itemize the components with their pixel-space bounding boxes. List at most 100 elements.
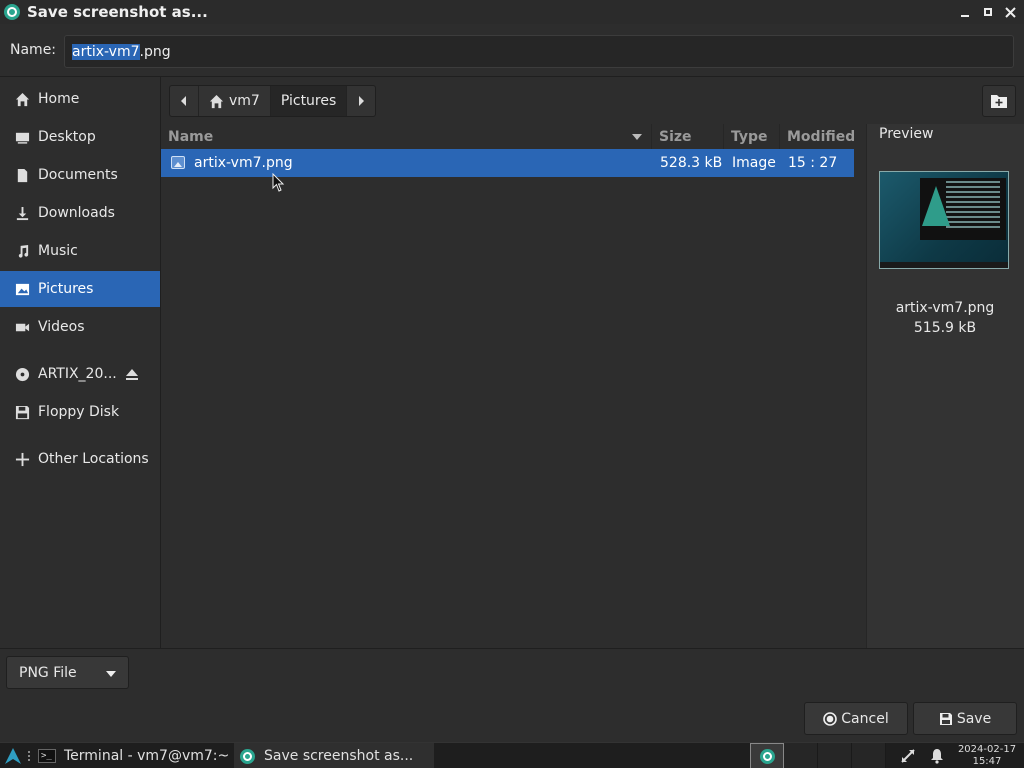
cancel-button-label: Cancel	[841, 710, 889, 727]
path-forward-button[interactable]	[347, 86, 375, 116]
path-bar: vm7 Pictures	[161, 77, 1024, 124]
column-headers: Name Size Type Modified	[161, 124, 856, 149]
taskbar-item-label: Save screenshot as...	[264, 748, 414, 764]
chevron-right-icon	[359, 96, 365, 106]
artix-menu-icon[interactable]	[4, 747, 22, 765]
eject-icon[interactable]	[124, 366, 140, 382]
desktop-icon	[14, 129, 30, 145]
column-header-type[interactable]: Type	[723, 124, 779, 149]
sidebar-item-music[interactable]: Music	[0, 233, 160, 269]
file-type-cell: Image	[732, 155, 776, 171]
music-icon	[14, 243, 30, 259]
sidebar-item-pictures[interactable]: Pictures	[0, 271, 160, 307]
sidebar-item-documents[interactable]: Documents	[0, 157, 160, 193]
sidebar-item-other-locations[interactable]: Other Locations	[0, 441, 160, 477]
minimize-button[interactable]	[957, 5, 972, 20]
path-segment-home[interactable]: vm7	[199, 86, 271, 116]
workspace-1[interactable]	[750, 743, 784, 768]
workspace-3[interactable]	[818, 743, 852, 768]
sidebar-item-videos[interactable]: Videos	[0, 309, 160, 345]
clock-date: 2024-02-17	[957, 744, 1017, 755]
column-header-label: Modified	[787, 128, 856, 145]
network-icon[interactable]	[900, 748, 916, 764]
filename-input[interactable]: artix-vm7 .png	[64, 35, 1014, 68]
path-segment-pictures[interactable]: Pictures	[270, 86, 348, 116]
taskbar: >_ Terminal - vm7@vm7:~ Save screenshot …	[0, 742, 1024, 768]
column-header-name[interactable]: Name	[161, 124, 651, 149]
sidebar-item-home[interactable]: Home	[0, 81, 160, 117]
workspace-switcher	[750, 743, 886, 768]
name-row: Name: artix-vm7 .png	[0, 30, 1024, 72]
file-type-filter-value: PNG File	[19, 664, 77, 681]
clock-time: 15:47	[972, 756, 1002, 767]
sidebar-item-label: Pictures	[38, 281, 94, 297]
path-segment-label: Pictures	[280, 93, 337, 109]
sidebar-item-label: ARTIX_20...	[38, 366, 117, 382]
path-back-button[interactable]	[170, 86, 199, 116]
table-row[interactable]: artix-vm7.png 528.3 kB Image 15 : 27	[161, 149, 854, 177]
maximize-button[interactable]	[980, 5, 995, 20]
image-file-icon	[171, 156, 185, 169]
close-button[interactable]	[1003, 5, 1018, 20]
preview-pane: Preview artix-vm7.png 515.9 kB	[854, 124, 1024, 648]
video-icon	[14, 319, 30, 335]
sort-descending-icon	[632, 134, 642, 140]
places-sidebar: Home Desktop Documents Downloads Music P…	[0, 77, 161, 648]
sidebar-item-label: Desktop	[38, 129, 96, 145]
workspace-2[interactable]	[784, 743, 818, 768]
thumbnail-logo	[922, 186, 950, 226]
chevron-down-icon	[106, 671, 116, 677]
taskbar-item-terminal[interactable]: >_ Terminal - vm7@vm7:~	[34, 743, 230, 768]
handle-icon	[28, 751, 30, 761]
column-header-label: Type	[731, 128, 768, 145]
sidebar-item-label: Videos	[38, 319, 85, 335]
maximize-icon	[983, 8, 992, 16]
sidebar-item-label: Floppy Disk	[38, 404, 120, 420]
home-icon	[14, 91, 30, 107]
chevron-left-icon	[181, 96, 186, 106]
home-icon	[209, 94, 224, 108]
screenshot-app-icon	[4, 4, 20, 20]
title-bar: Save screenshot as...	[0, 0, 1024, 24]
column-header-label: Name	[168, 128, 214, 145]
sidebar-item-floppy[interactable]: Floppy Disk	[0, 394, 160, 430]
sidebar-item-label: Other Locations	[38, 451, 149, 467]
column-header-modified[interactable]: Modified	[779, 124, 856, 149]
close-icon	[1005, 6, 1016, 18]
save-button[interactable]: Save	[913, 702, 1017, 735]
sidebar-item-downloads[interactable]: Downloads	[0, 195, 160, 231]
document-icon	[14, 167, 30, 183]
cancel-button[interactable]: Cancel	[804, 702, 908, 735]
new-folder-icon	[991, 95, 1007, 108]
picture-icon	[14, 281, 30, 297]
sidebar-item-label: Documents	[38, 167, 118, 183]
name-label: Name:	[10, 42, 57, 58]
window-title: Save screenshot as...	[27, 3, 208, 21]
file-type-filter-dropdown[interactable]: PNG File	[6, 656, 129, 689]
notification-bell-icon[interactable]	[929, 748, 945, 764]
sidebar-item-artix-disc[interactable]: ARTIX_20...	[0, 356, 160, 392]
path-button-group: vm7 Pictures	[169, 85, 377, 117]
workspace-4[interactable]	[852, 743, 886, 768]
taskbar-item-label: Terminal - vm7@vm7:~	[64, 748, 230, 764]
create-folder-button[interactable]	[982, 85, 1016, 117]
sidebar-item-desktop[interactable]: Desktop	[0, 119, 160, 155]
screenshot-app-icon	[759, 748, 775, 764]
column-header-label: Size	[659, 128, 692, 145]
sidebar-item-label: Home	[38, 91, 80, 107]
thumbnail-taskbar	[880, 262, 1008, 268]
column-header-size[interactable]: Size	[651, 124, 723, 149]
save-icon	[939, 712, 952, 725]
preview-label: Preview	[879, 126, 934, 142]
separator	[0, 648, 1024, 649]
sidebar-item-label: Music	[38, 243, 78, 259]
filename-selected-text: artix-vm7	[72, 43, 140, 60]
clock[interactable]: 2024-02-17 15:47	[956, 744, 1018, 768]
save-button-label: Save	[956, 710, 992, 727]
plus-icon	[14, 451, 30, 467]
taskbar-item-save-screenshot[interactable]: Save screenshot as...	[234, 743, 434, 768]
file-modified-cell: 15 : 27	[788, 155, 838, 171]
screenshot-app-icon	[238, 748, 256, 764]
mouse-pointer-icon	[272, 173, 285, 192]
window-controls	[957, 0, 1018, 24]
